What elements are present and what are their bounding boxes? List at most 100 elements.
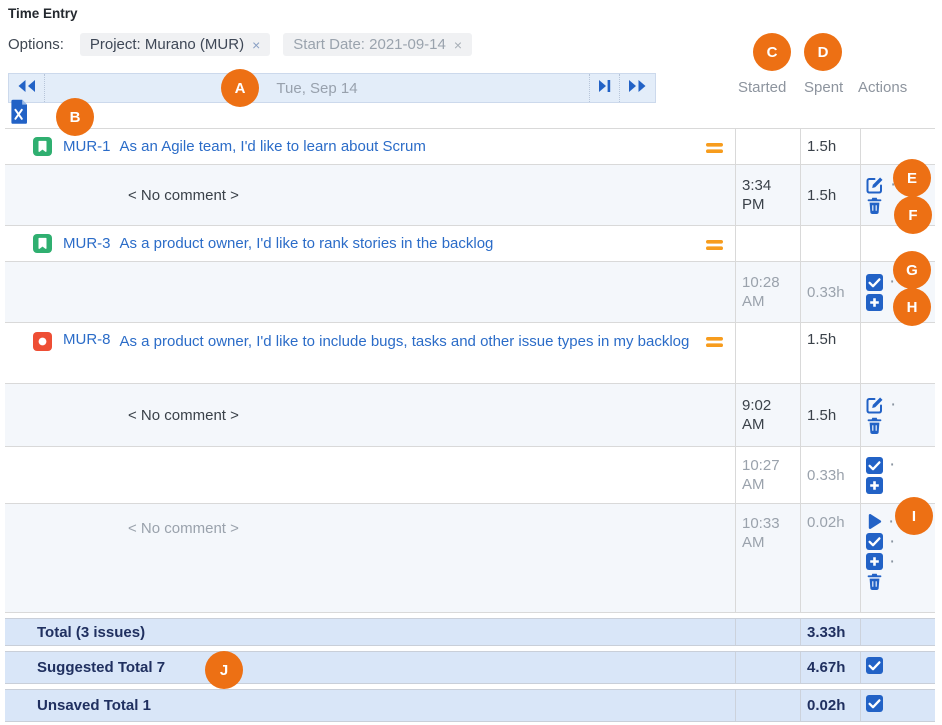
comment-cell: < No comment > [5, 384, 735, 446]
issue-cell: MUR-1 As an Agile team, I'd like to lear… [5, 129, 735, 164]
action-separator: · [889, 555, 895, 569]
total-value: 0.02h [807, 697, 845, 714]
started-cell: 10:27 AM [735, 447, 800, 503]
annotation-marker-e: E [893, 159, 931, 197]
annotation-marker-g: G [893, 251, 931, 289]
started-value: 10:33 AM [742, 514, 796, 552]
approve-icon[interactable] [866, 533, 883, 550]
total-started-cell [735, 619, 800, 645]
time-entry-table: MUR-1 As an Agile team, I'd like to lear… [5, 128, 935, 613]
annotation-marker-c: C [753, 33, 791, 71]
worklog-row: < No comment > 9:02 AM 1.5h · [5, 384, 935, 447]
suggested-total-row: Suggested Total 7 4.67h [5, 651, 935, 684]
issue-summary-link[interactable]: As an Agile team, I'd like to learn abou… [120, 136, 691, 157]
column-header-started: Started [738, 79, 786, 96]
worklog-row: 10:27 AM 0.33h · [5, 447, 935, 504]
prev-day-icon [16, 79, 37, 98]
annotation-marker-h: H [893, 288, 931, 326]
remove-filter-icon[interactable]: × [252, 37, 260, 53]
comment-cell [5, 447, 735, 503]
total-started-cell [735, 690, 800, 721]
column-header-actions: Actions [858, 79, 907, 96]
time-entry-screen: Time Entry Options: Project: Murano (MUR… [0, 0, 942, 725]
spent-cell: 1.5h [800, 384, 860, 446]
totals-section: Total (3 issues) 3.33h Suggested Total 7… [5, 618, 935, 725]
started-cell [735, 129, 800, 164]
started-value: 3:34 PM [742, 176, 796, 214]
excel-export-button[interactable] [10, 99, 29, 130]
date-navigation-bar: Tue, Sep 14 [8, 73, 656, 103]
options-label: Options: [8, 36, 64, 53]
issue-row-mur-1: MUR-1 As an Agile team, I'd like to lear… [5, 129, 935, 165]
total-label: Unsaved Total 1 [37, 697, 151, 714]
date-nav-right [589, 74, 655, 102]
filter-chip-label: Project: Murano (MUR) [90, 36, 244, 53]
started-cell [735, 323, 800, 383]
add-icon[interactable] [866, 477, 883, 494]
edit-icon[interactable] [866, 176, 884, 194]
total-row: Total (3 issues) 3.33h [5, 618, 935, 646]
next-day-icon [597, 79, 612, 98]
actions-cell [860, 323, 935, 383]
spent-cell: 1.5h [800, 129, 860, 164]
started-value: 9:02 AM [742, 396, 796, 434]
priority-medium-icon [706, 238, 723, 256]
issue-summary-link[interactable]: As a product owner, I'd like to include … [120, 331, 691, 352]
skip-forward-icon [627, 79, 648, 98]
issue-key-link[interactable]: MUR-1 [63, 138, 111, 155]
bug-icon [33, 332, 52, 351]
annotation-marker-d: D [804, 33, 842, 71]
spent-cell: 0.33h [800, 447, 860, 503]
total-started-cell [735, 652, 800, 683]
comment-cell: < No comment > [5, 165, 735, 225]
worklog-row: < No comment > 10:33 AM 0.02h · · [5, 504, 935, 613]
issue-summary-link[interactable]: As a product owner, I'd like to rank sto… [120, 233, 691, 254]
total-value: 4.67h [807, 659, 845, 676]
delete-icon[interactable] [866, 573, 883, 591]
approve-all-icon[interactable] [866, 695, 883, 717]
actions-cell: · [860, 447, 935, 503]
started-cell: 10:33 AM [735, 504, 800, 612]
add-icon[interactable] [866, 294, 883, 311]
actions-cell [860, 129, 935, 164]
edit-icon[interactable] [866, 396, 884, 414]
total-actions-cell [860, 690, 935, 721]
worklog-row: < No comment > 3:34 PM 1.5h · [5, 165, 935, 226]
issue-key-link[interactable]: MUR-3 [63, 235, 111, 252]
actions-cell: · [860, 384, 935, 446]
next-day-button[interactable] [590, 74, 619, 102]
current-date-label: Tue, Sep 14 [45, 80, 589, 97]
prev-day-button[interactable] [9, 74, 45, 102]
total-label: Total (3 issues) [37, 624, 145, 641]
total-value: 3.33h [807, 624, 845, 641]
filter-chips: Project: Murano (MUR) × Start Date: 2021… [80, 33, 472, 56]
excel-export-icon [10, 112, 29, 129]
action-separator: · [888, 515, 894, 529]
delete-icon[interactable] [866, 197, 883, 215]
issue-row-mur-3: MUR-3 As a product owner, I'd like to ra… [5, 226, 935, 262]
annotation-marker-i: I [895, 497, 933, 535]
started-cell: 10:28 AM [735, 262, 800, 322]
worklog-row: 10:28 AM 0.33h · [5, 262, 935, 323]
annotation-marker-f: F [894, 196, 932, 234]
spent-cell: 0.33h [800, 262, 860, 322]
spent-cell: 1.5h [800, 165, 860, 225]
started-value: 10:28 AM [742, 273, 796, 311]
approve-icon[interactable] [866, 457, 883, 474]
comment-cell [5, 262, 735, 322]
filter-chip-project[interactable]: Project: Murano (MUR) × [80, 33, 270, 56]
action-separator: · [889, 535, 895, 549]
delete-icon[interactable] [866, 417, 883, 435]
remove-filter-icon[interactable]: × [454, 37, 462, 53]
issue-key-link[interactable]: MUR-8 [63, 331, 111, 348]
approve-all-icon[interactable] [866, 657, 883, 679]
add-icon[interactable] [866, 553, 883, 570]
play-icon[interactable] [866, 513, 882, 530]
unsaved-total-row: Unsaved Total 1 0.02h [5, 689, 935, 722]
spent-cell [800, 226, 860, 261]
total-actions-cell [860, 652, 935, 683]
started-cell: 9:02 AM [735, 384, 800, 446]
skip-forward-button[interactable] [620, 74, 655, 102]
approve-icon[interactable] [866, 274, 883, 291]
filter-chip-start-date[interactable]: Start Date: 2021-09-14 × [283, 33, 472, 56]
